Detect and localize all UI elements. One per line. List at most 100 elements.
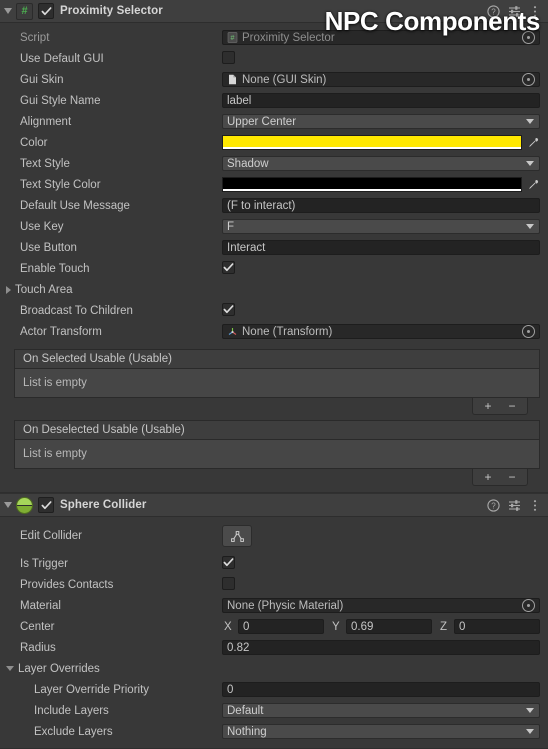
foldout-touch-area[interactable]: Touch Area — [0, 284, 222, 296]
property-row-broadcast-to-children: Broadcast To Children — [0, 300, 548, 321]
property-label-edit-collider: Edit Collider — [20, 530, 82, 542]
center-z-input[interactable]: 0 — [454, 619, 540, 634]
list-header-on-deselected-usable: On Deselected Usable (Usable) — [14, 420, 540, 439]
enable-touch-checkbox[interactable] — [222, 261, 236, 276]
foldout-arrow-sphere-collider[interactable] — [0, 494, 16, 516]
list-remove-button-on-selected-usable[interactable]: − — [501, 399, 523, 414]
center-y-input[interactable]: 0.69 — [346, 619, 432, 634]
edit-collider-button[interactable] — [222, 525, 252, 547]
broadcast-to-children-checkbox[interactable] — [222, 303, 236, 318]
component-header-proximity-selector[interactable]: # Proximity Selector ? — [0, 0, 548, 23]
reorderable-list-on-selected-usable: On Selected Usable (Usable) List is empt… — [14, 349, 540, 415]
property-row-gui-skin: Gui Skin None (GUI Skin) — [0, 69, 548, 90]
object-picker-icon[interactable] — [522, 73, 535, 86]
alignment-dropdown[interactable]: Upper Center — [222, 114, 540, 129]
chevron-down-icon — [526, 119, 534, 124]
property-label-material: Material — [20, 599, 61, 612]
property-row-gui-style-name: Gui Style Name label — [0, 90, 548, 111]
property-label-broadcast-to-children: Broadcast To Children — [20, 304, 133, 317]
kebab-menu-icon[interactable] — [528, 4, 542, 18]
eyedropper-icon[interactable] — [526, 179, 540, 191]
help-icon[interactable]: ? — [486, 498, 500, 512]
gui-style-name-value: label — [222, 93, 540, 108]
property-row-enable-touch: Enable Touch — [0, 258, 548, 279]
script-object-field[interactable]: # Proximity Selector — [222, 30, 540, 45]
object-picker-icon[interactable] — [522, 325, 535, 338]
default-use-message-input[interactable]: (F to interact) — [222, 198, 540, 213]
script-asset-icon: # — [227, 32, 238, 43]
actor-transform-object-field[interactable]: None (Transform) — [222, 324, 540, 339]
default-use-message-value: (F to interact) — [222, 198, 540, 213]
transform-icon — [228, 328, 237, 335]
provides-contacts-checkbox[interactable] — [222, 577, 236, 592]
property-row-center: Center X 0 Y 0.69 Z 0 — [0, 616, 548, 637]
list-add-button-on-deselected-usable[interactable]: + — [477, 470, 499, 485]
include-layers-dropdown[interactable]: Default — [222, 703, 540, 718]
layer-override-priority-input[interactable]: 0 — [222, 682, 540, 697]
component-title-proximity-selector: Proximity Selector — [60, 5, 163, 17]
property-label-provides-contacts: Provides Contacts — [20, 578, 114, 591]
chevron-down-icon — [6, 666, 14, 671]
color-swatch-field[interactable] — [222, 135, 522, 150]
preset-icon[interactable] — [507, 498, 521, 512]
foldout-layer-overrides[interactable]: Layer Overrides — [0, 663, 222, 675]
object-picker-icon[interactable] — [522, 599, 535, 612]
property-label-use-button: Use Button — [20, 241, 77, 254]
property-label-alignment: Alignment — [20, 115, 72, 128]
property-row-script: Script # Proximity Selector — [0, 27, 548, 48]
property-label-touch-area: Touch Area — [15, 283, 73, 296]
property-label-layer-override-priority: Layer Override Priority — [34, 683, 150, 696]
property-label-actor-transform: Actor Transform — [20, 325, 102, 338]
material-value: None (Physic Material) — [227, 599, 344, 612]
property-label-color: Color — [20, 136, 48, 149]
include-layers-value: Default — [227, 704, 264, 717]
radius-input[interactable]: 0.82 — [222, 640, 540, 655]
text-style-color-swatch-field[interactable] — [222, 177, 522, 192]
help-icon[interactable]: ? — [486, 4, 500, 18]
property-label-enable-touch: Enable Touch — [20, 262, 90, 275]
property-label-text-style: Text Style — [20, 157, 70, 170]
property-row-is-trigger: Is Trigger — [0, 553, 548, 574]
kebab-menu-icon[interactable] — [528, 498, 542, 512]
foldout-arrow-proximity-selector[interactable] — [0, 0, 16, 22]
gui-style-name-input[interactable]: label — [222, 93, 540, 108]
axis-label-x: X — [224, 620, 232, 633]
center-x-input[interactable]: 0 — [238, 619, 324, 634]
layer-override-priority-value: 0 — [222, 682, 540, 697]
list-add-button-on-selected-usable[interactable]: + — [477, 399, 499, 414]
use-button-input[interactable]: Interact — [222, 240, 540, 255]
property-row-touch-area[interactable]: Touch Area — [0, 279, 548, 300]
list-empty-on-selected-usable: List is empty — [14, 368, 540, 398]
gui-skin-object-field[interactable]: None (GUI Skin) — [222, 72, 540, 87]
property-row-layer-overrides[interactable]: Layer Overrides — [0, 658, 548, 679]
property-row-use-key: Use Key F — [0, 216, 548, 237]
property-row-include-layers: Include Layers Default — [0, 700, 548, 721]
chevron-down-icon — [526, 708, 534, 713]
property-row-provides-contacts: Provides Contacts — [0, 574, 548, 595]
property-row-text-style-color: Text Style Color — [0, 174, 548, 195]
property-label-script: Script — [20, 31, 50, 44]
use-default-gui-checkbox[interactable] — [222, 51, 236, 66]
property-row-material: Material None (Physic Material) — [0, 595, 548, 616]
alignment-value: Upper Center — [227, 115, 297, 128]
object-picker-icon[interactable] — [522, 31, 535, 44]
eyedropper-icon[interactable] — [526, 137, 540, 149]
property-row-alignment: Alignment Upper Center — [0, 111, 548, 132]
text-style-dropdown[interactable]: Shadow — [222, 156, 540, 171]
use-key-value: F — [227, 220, 235, 233]
component-header-sphere-collider[interactable]: Sphere Collider ? — [0, 493, 548, 517]
is-trigger-checkbox[interactable] — [222, 556, 236, 571]
preset-icon[interactable] — [507, 4, 521, 18]
component-enabled-checkbox-sphere-collider[interactable] — [38, 497, 54, 513]
chevron-down-icon — [526, 224, 534, 229]
property-label-center: Center — [20, 620, 55, 633]
property-row-layer-override-priority: Layer Override Priority 0 — [0, 679, 548, 700]
svg-text:#: # — [231, 35, 235, 42]
property-row-text-style: Text Style Shadow — [0, 153, 548, 174]
list-remove-button-on-deselected-usable[interactable]: − — [501, 470, 523, 485]
component-enabled-checkbox-proximity-selector[interactable] — [38, 3, 54, 19]
property-row-exclude-layers: Exclude Layers Nothing — [0, 721, 548, 742]
material-object-field[interactable]: None (Physic Material) — [222, 598, 540, 613]
component-title-sphere-collider: Sphere Collider — [60, 499, 147, 511]
use-key-dropdown[interactable]: F — [222, 219, 540, 234]
